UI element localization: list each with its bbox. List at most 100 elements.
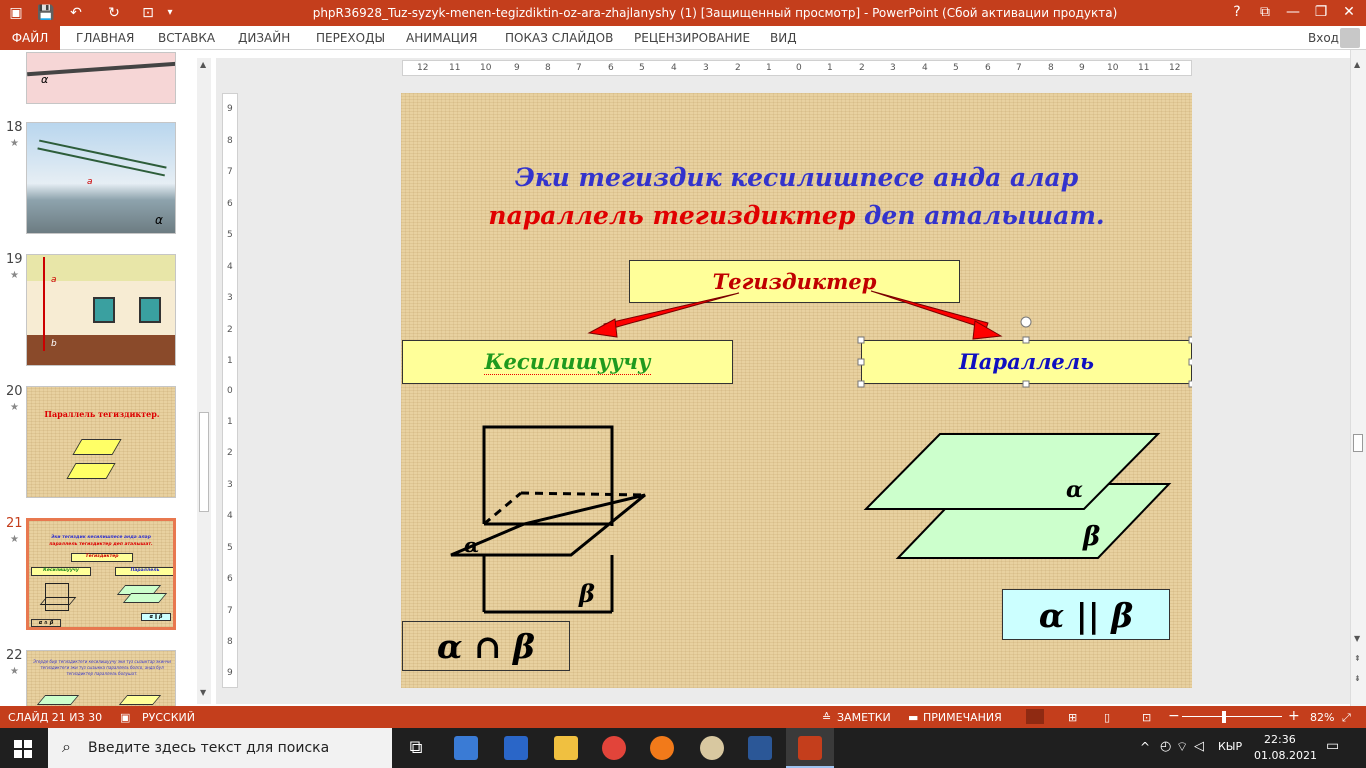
- paint-icon[interactable]: [700, 736, 724, 760]
- animation-star-icon: ★: [10, 666, 19, 677]
- tab-home[interactable]: ГЛАВНАЯ: [76, 31, 134, 45]
- slide-thumbnail-18[interactable]: a α: [26, 122, 176, 234]
- ruler-tick: 1: [766, 63, 772, 73]
- sign-in-link[interactable]: Вход: [1308, 31, 1339, 45]
- zoom-in-button[interactable]: +: [1288, 708, 1300, 724]
- network-tray-icon[interactable]: ◴: [1160, 739, 1171, 754]
- minimize-button[interactable]: —: [1278, 0, 1308, 26]
- animation-star-icon: ★: [10, 270, 19, 281]
- previous-slide-icon[interactable]: ⇞: [1354, 654, 1361, 663]
- tab-animation[interactable]: АНИМАЦИЯ: [406, 31, 477, 45]
- notification-icon[interactable]: ▭: [1326, 738, 1339, 754]
- undo-icon[interactable]: ↶: [66, 3, 86, 23]
- customize-toolbar-icon[interactable]: ▾: [160, 3, 180, 23]
- intersection-symbol-box[interactable]: α ∩ β: [402, 621, 570, 671]
- zoom-slider-track[interactable]: [1182, 716, 1282, 717]
- zoom-level[interactable]: 82%: [1310, 711, 1334, 724]
- parallel-planes-figure: [863, 433, 1172, 559]
- slide-canvas[interactable]: Эки тегиздик кесилишпесе анда алар парал…: [401, 93, 1192, 688]
- slide-thumbnail-22[interactable]: Эгерде бир тегиздиктеги кесилишуучу эки …: [26, 650, 176, 706]
- windows-taskbar: ⌕ Введите здесь текст для поиска ⧉ ^ ◴ ⌔…: [0, 728, 1366, 768]
- wifi-icon[interactable]: ⌔: [1176, 739, 1188, 755]
- scroll-thumb[interactable]: [199, 412, 209, 512]
- language-indicator[interactable]: РУССКИЙ: [142, 711, 195, 724]
- ruler-tick: 6: [985, 63, 991, 73]
- bridge-truss: [37, 139, 167, 177]
- user-avatar-icon[interactable]: [1340, 28, 1360, 48]
- beta-label-right: β: [1083, 522, 1101, 552]
- volume-icon[interactable]: ◁: [1194, 739, 1204, 754]
- selection-handles[interactable]: [857, 316, 1192, 388]
- ribbon-display-button[interactable]: ⧉: [1250, 0, 1280, 26]
- notes-button[interactable]: ЗАМЕТКИ: [837, 711, 891, 724]
- scroll-thumb[interactable]: [1353, 434, 1363, 452]
- taskbar-search-box[interactable]: ⌕ Введите здесь текст для поиска: [48, 728, 392, 768]
- help-button[interactable]: ?: [1222, 0, 1252, 26]
- powerpoint-app-icon[interactable]: ▣: [6, 3, 26, 23]
- slide-thumbnails-pane: α 18 ★ a α 19 ★ a b 20 ★ Параллель тегиз…: [0, 50, 200, 706]
- maximize-button[interactable]: ❐: [1306, 0, 1336, 26]
- spellcheck-icon[interactable]: ▣: [120, 711, 130, 724]
- next-slide-icon[interactable]: ⇟: [1354, 674, 1361, 683]
- parallel-symbol-box[interactable]: α || β: [1002, 589, 1170, 640]
- ruler-tick: 6: [227, 574, 233, 584]
- slideshow-icon[interactable]: ⊡: [1142, 711, 1151, 724]
- tray-chevron-icon[interactable]: ^: [1140, 740, 1150, 754]
- normal-view-icon[interactable]: [1026, 709, 1044, 724]
- store-icon[interactable]: [454, 736, 478, 760]
- slide-scrollbar[interactable]: ▲ ▼ ⇞ ⇟: [1350, 50, 1366, 706]
- slide-thumbnail-19[interactable]: a b: [26, 254, 176, 366]
- close-button[interactable]: ✕: [1334, 0, 1364, 26]
- redo-icon[interactable]: ↻: [104, 3, 124, 23]
- keyboard-language[interactable]: КЫР: [1218, 740, 1242, 753]
- notes-icon[interactable]: ≙: [822, 711, 831, 724]
- zoom-out-button[interactable]: −: [1168, 708, 1180, 724]
- slide-thumbnail-20[interactable]: Параллель тегиздиктер.: [26, 386, 176, 498]
- avast-icon[interactable]: [650, 736, 674, 760]
- scroll-down-icon[interactable]: ▼: [1354, 634, 1360, 643]
- ruler-tick: 9: [227, 104, 233, 114]
- thumb-right-box: Параллель: [115, 567, 173, 576]
- window-left: [93, 297, 115, 323]
- task-view-icon[interactable]: ⧉: [404, 736, 428, 760]
- horizontal-ruler: 12 11 10 9 8 7 6 5 4 3 2 1 0 1 2 3 4 5 6…: [402, 60, 1192, 76]
- zoom-slider-thumb[interactable]: [1222, 711, 1226, 723]
- chrome-icon[interactable]: [602, 736, 626, 760]
- save-icon[interactable]: 💾: [36, 3, 56, 23]
- window-right: [139, 297, 161, 323]
- ruler-tick: 11: [1138, 63, 1150, 73]
- comments-icon[interactable]: ▬: [908, 711, 918, 724]
- slideshow-start-icon[interactable]: ⊡: [138, 3, 158, 23]
- comments-button[interactable]: ПРИМЕЧАНИЯ: [923, 711, 1002, 724]
- fit-slide-icon[interactable]: ⤢: [1342, 711, 1351, 725]
- slide-thumbnail-17[interactable]: α: [26, 52, 176, 104]
- windows-start-icon[interactable]: [14, 740, 32, 758]
- tab-transitions[interactable]: ПЕРЕХОДЫ: [316, 31, 385, 45]
- clock-time[interactable]: 22:36: [1264, 733, 1296, 746]
- slide-thumbnail-21-active[interactable]: Эки тегиздик кесилишпесе анда алар парал…: [26, 518, 176, 630]
- slide-sorter-icon[interactable]: ⊞: [1068, 711, 1077, 724]
- slide-counter: СЛАЙД 21 ИЗ 30: [8, 711, 103, 724]
- tab-review[interactable]: РЕЦЕНЗИРОВАНИЕ: [634, 31, 750, 45]
- reading-view-icon[interactable]: ▯: [1104, 711, 1110, 724]
- tab-view[interactable]: ВИД: [770, 31, 797, 45]
- tab-design[interactable]: ДИЗАЙН: [238, 31, 290, 45]
- powerpoint-taskbar-active[interactable]: [786, 728, 834, 768]
- scroll-up-icon[interactable]: ▲: [200, 60, 206, 69]
- ruler-tick: 1: [227, 356, 233, 366]
- word-icon[interactable]: [748, 736, 772, 760]
- thumbnails-scrollbar[interactable]: ▲ ▼: [197, 58, 211, 704]
- file-explorer-icon[interactable]: [554, 736, 578, 760]
- ruler-tick: 2: [735, 63, 741, 73]
- scroll-down-icon[interactable]: ▼: [200, 688, 206, 697]
- tab-slideshow[interactable]: ПОКАЗ СЛАЙДОВ: [505, 31, 613, 45]
- calculator-icon[interactable]: [504, 736, 528, 760]
- ruler-tick: 11: [449, 63, 461, 73]
- tab-file[interactable]: ФАЙЛ: [0, 26, 60, 50]
- tab-insert[interactable]: ВСТАВКА: [158, 31, 215, 45]
- clock-date[interactable]: 01.08.2021: [1254, 749, 1317, 762]
- slide-number-21: 21: [6, 516, 23, 531]
- scroll-up-icon[interactable]: ▲: [1354, 60, 1360, 69]
- ruler-tick: 12: [1169, 63, 1181, 73]
- alpha-label: α: [155, 213, 163, 227]
